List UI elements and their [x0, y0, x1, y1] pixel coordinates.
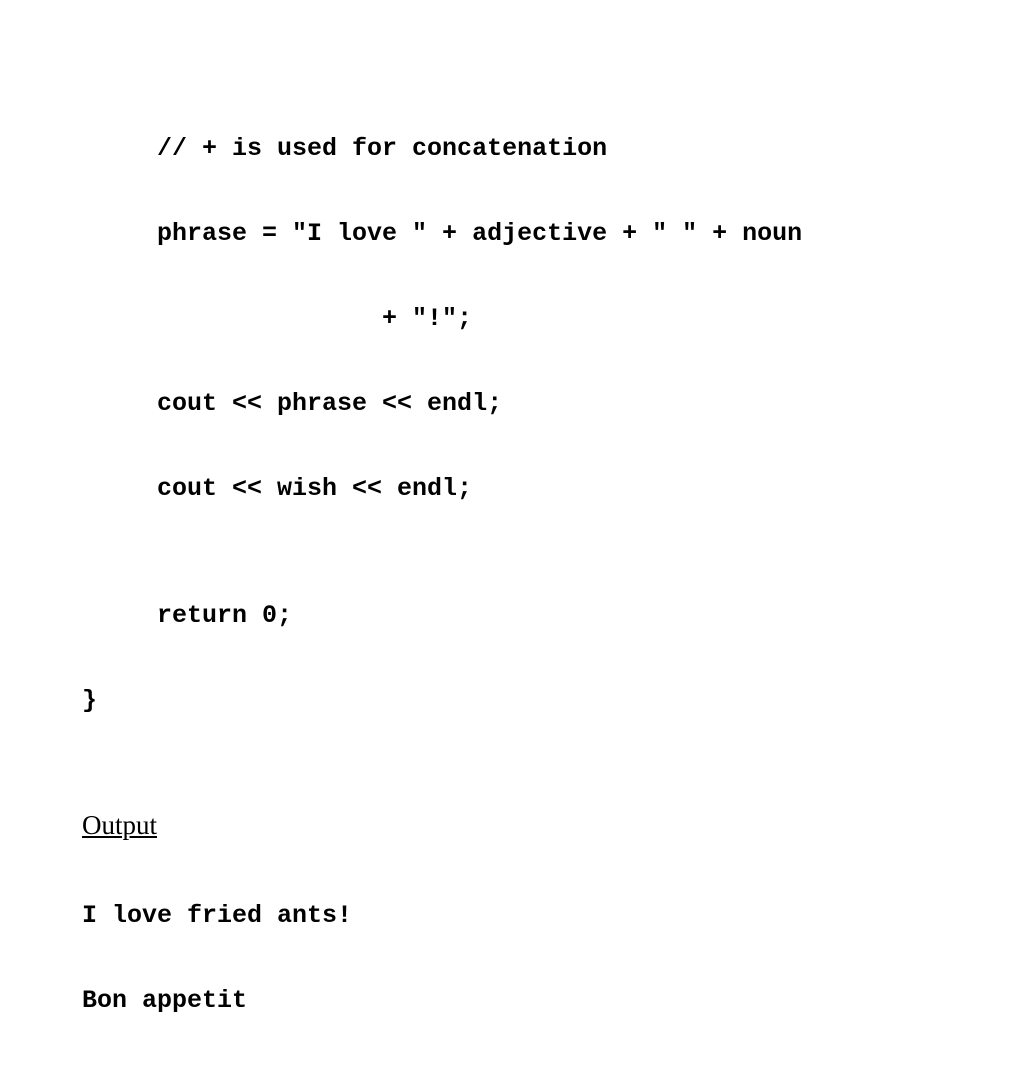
output-block: I love fried ants! Bon appetit [82, 853, 1024, 1065]
code-line: cout << wish << endl; [82, 468, 1024, 511]
code-line: } [82, 680, 1024, 723]
output-line: I love fried ants! [82, 895, 1024, 938]
output-heading: Output [82, 803, 1024, 849]
code-line: // + is used for concatenation [82, 128, 1024, 171]
code-line: + "!"; [82, 298, 1024, 341]
output-line: Bon appetit [82, 980, 1024, 1023]
code-line: phrase = "I love " + adjective + " " + n… [82, 213, 1024, 256]
code-line: return 0; [82, 595, 1024, 638]
code-line: cout << phrase << endl; [82, 383, 1024, 426]
code-block: // + is used for concatenation phrase = … [82, 85, 1024, 765]
